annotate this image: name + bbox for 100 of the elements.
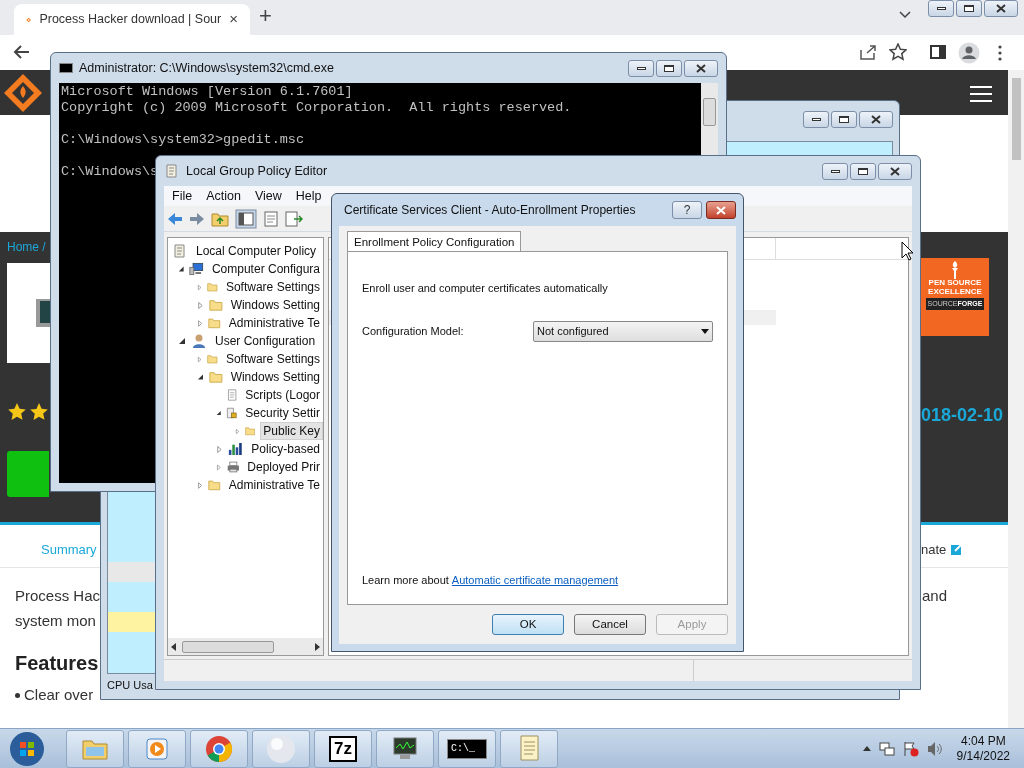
tree-item[interactable]: Local Computer Policy [193,242,320,260]
minimize-button[interactable] [628,59,654,77]
minimize-button[interactable] [822,162,848,180]
close-icon [996,4,1006,13]
scrollbar[interactable] [1008,70,1024,728]
profile-icon[interactable] [958,42,980,64]
folder-up-icon[interactable] [211,210,229,227]
sphere-icon [266,733,296,764]
clock-date[interactable]: 9/14/2022 [956,748,1010,764]
star-icon[interactable] [889,43,907,61]
expanded-arrow-icon[interactable] [197,373,204,381]
archive-icon: 7z [329,735,357,762]
start-orb-icon [9,730,45,767]
close-button[interactable] [984,0,1018,17]
edit-icon[interactable] [950,543,964,557]
chevron-down-icon[interactable] [899,11,911,19]
menu-item[interactable]: View [248,186,288,206]
lock-document-icon [226,405,238,421]
badge-text: EXCELLENCE [928,287,982,296]
close-button[interactable] [706,201,736,219]
folder-icon [208,298,223,312]
close-button[interactable] [878,162,912,180]
status-text: CPU Usa [107,677,154,693]
document-icon [226,387,238,403]
horizontal-scrollbar[interactable] [168,638,323,655]
close-button[interactable] [684,59,718,77]
taskbar-button[interactable] [376,729,434,768]
taskbar-button[interactable]: C:\_ [438,729,496,768]
back-arrow-icon[interactable] [12,44,30,60]
tab-title: Process Hacker download | Sour [39,11,222,29]
taskbar-button[interactable]: 7z [314,729,372,768]
scroll-left-icon[interactable] [171,642,176,651]
feature-item: Clear over [24,685,94,705]
forward-arrow-icon[interactable] [189,211,205,226]
close-button[interactable] [859,111,893,128]
tree-item[interactable]: Windows Setting [227,296,323,314]
chevron-up-icon[interactable] [862,746,871,751]
minimize-button[interactable] [803,111,829,128]
nav-link[interactable]: nate [921,540,947,560]
description-text: Process Hac [15,586,101,606]
export-list-icon[interactable] [285,210,303,227]
tab-close-button[interactable]: × [229,8,238,31]
sidebar-icon[interactable] [930,45,946,59]
help-button[interactable]: ? [672,201,702,219]
menu-item[interactable]: File [166,186,199,206]
maximize-button[interactable] [850,162,876,180]
tree-item[interactable]: Software Settings [222,278,323,296]
share-icon[interactable] [859,44,877,60]
configuration-dropdown[interactable]: Not configured [533,320,713,342]
console-line: Copyright (c) 2009 Microsoft Corporation. All rights reserved. [61,100,572,116]
tree-item[interactable]: Scripts (Logor [242,386,323,404]
network-icon[interactable] [878,740,895,757]
learn-more-text: Learn more about [362,572,449,588]
maximize-button[interactable] [656,59,682,77]
caret-icon [701,328,709,334]
tree-item[interactable]: Computer Configura [208,260,323,278]
dialog-title: Certificate Services Client - Auto-Enrollment Properties [344,202,636,219]
console-tree-icon[interactable] [235,208,257,229]
help-link[interactable]: Automatic certificate management [451,571,619,588]
breadcrumb-link[interactable]: Home / [7,238,46,256]
tree-item[interactable]: Software Settings [222,350,323,368]
expanded-arrow-icon[interactable] [178,337,186,345]
tree-item[interactable]: Windows Setting [227,368,323,386]
close-icon [716,205,726,215]
logo-icon[interactable] [2,72,44,114]
tree-item[interactable]: Public Key [260,422,323,440]
menu-item[interactable]: Help [289,186,328,206]
folder-icon [207,352,218,366]
more-options-icon[interactable] [998,45,1002,61]
maximize-button[interactable] [956,0,982,17]
console-line: C:\Windows\s [61,164,159,180]
description-text: Enroll user and computer certificates automatically [362,281,609,296]
dialog-button[interactable]: Cancel [574,614,646,635]
expanded-arrow-icon[interactable] [216,409,222,417]
tree-item[interactable]: Administrative Te [225,314,323,332]
dialog-button[interactable]: OK [492,614,564,635]
clock-time[interactable]: 4:04 PM [960,733,1006,749]
tree-item[interactable]: Security Settir [242,404,323,422]
tree-item[interactable]: Policy-based [248,440,323,458]
tree-item[interactable]: Administrative Te [225,476,323,494]
new-tab-button[interactable]: + [259,3,272,29]
tab[interactable]: Enrollment Policy Configuration [347,231,522,252]
folder-icon [245,424,256,438]
folder-icon [208,316,221,330]
close-icon [890,166,900,176]
menu-icon[interactable] [970,86,992,102]
rating-stars-drawing [7,402,49,422]
window-title: Administrator: C:\Windows\system32\cmd.exe [79,59,334,77]
tree-item[interactable]: User Configuration [212,332,319,350]
release-date: 018-02-10 [921,404,1004,427]
speaker-icon[interactable] [926,740,943,757]
flag-alert-icon[interactable] [902,740,919,757]
tree-item[interactable]: Deployed Prir [244,458,323,476]
menu-item[interactable]: Action [200,186,247,206]
scroll-right-icon[interactable] [315,642,320,651]
browser-tab[interactable]: Process Hacker download | Sour × [14,4,250,35]
maximize-button[interactable] [831,111,857,128]
expanded-arrow-icon[interactable] [178,265,185,273]
minimize-button[interactable] [928,0,954,17]
bar-chart-icon [227,441,244,457]
